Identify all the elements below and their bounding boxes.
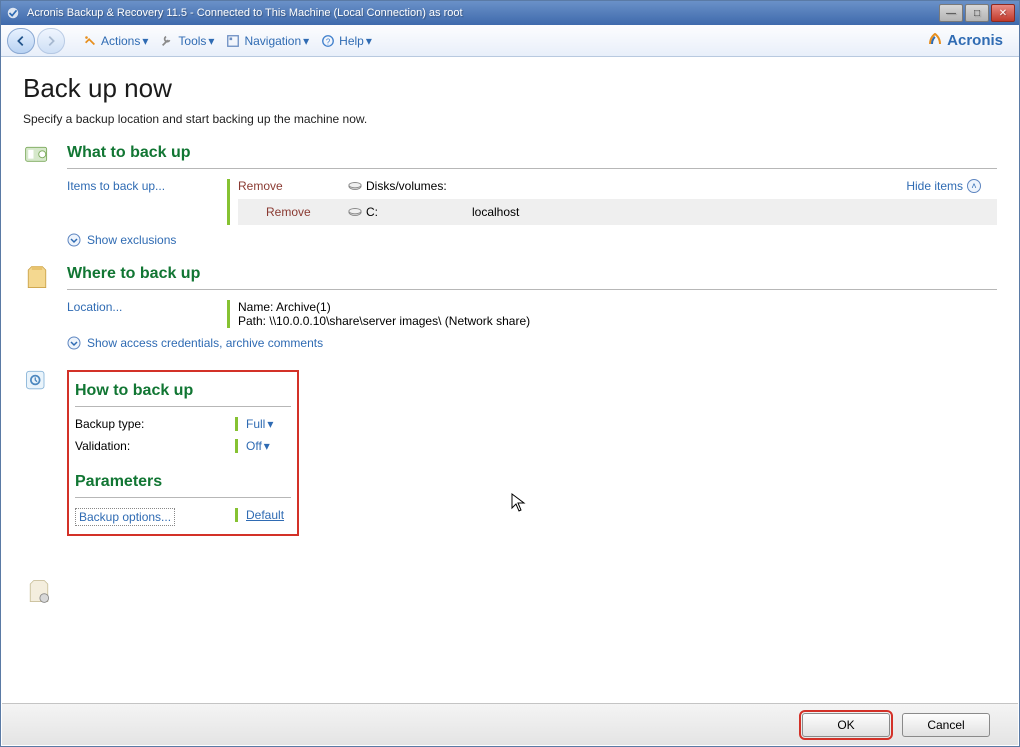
location-link[interactable]: Location... bbox=[67, 300, 122, 314]
ok-button[interactable]: OK bbox=[802, 713, 890, 737]
where-icon bbox=[23, 261, 67, 364]
app-icon bbox=[5, 5, 21, 21]
archive-name: Name: Archive(1) bbox=[238, 300, 997, 314]
section-what: What to back up Items to back up... Remo… bbox=[23, 140, 997, 261]
navigation-icon bbox=[226, 34, 240, 48]
menu-tools[interactable]: Tools▾ bbox=[154, 30, 220, 52]
collapse-up-icon: ˄ bbox=[967, 179, 981, 193]
footer-bar: OK Cancel bbox=[2, 703, 1018, 745]
what-icon bbox=[23, 140, 67, 261]
how-title: How to back up bbox=[75, 378, 291, 407]
titlebar: Acronis Backup & Recovery 11.5 - Connect… bbox=[1, 1, 1019, 25]
backup-options-default[interactable]: Default bbox=[246, 508, 284, 522]
highlight-box: How to back up Backup type: Full▾ Valida… bbox=[67, 370, 299, 536]
section-where: Where to back up Location... Name: Archi… bbox=[23, 261, 997, 364]
content-area: Back up now Specify a backup location an… bbox=[1, 57, 1019, 702]
disk-icon bbox=[348, 180, 362, 192]
menu-navigation[interactable]: Navigation▾ bbox=[220, 30, 315, 52]
hide-items-link[interactable]: Hide items ˄ bbox=[906, 179, 981, 193]
show-exclusions-link[interactable]: Show exclusions bbox=[87, 233, 176, 247]
chevron-down-icon[interactable] bbox=[67, 233, 81, 247]
drive-icon bbox=[348, 206, 362, 218]
brand-icon bbox=[927, 31, 943, 51]
archive-path: Path: \\10.0.0.10\share\server images\ (… bbox=[238, 314, 997, 328]
remove-link-row[interactable]: Remove bbox=[266, 205, 348, 219]
menu-actions[interactable]: Actions▾ bbox=[77, 30, 154, 52]
backup-type-dropdown[interactable]: Full▾ bbox=[235, 417, 273, 431]
brand-logo: Acronis bbox=[927, 31, 1003, 51]
tools-icon bbox=[160, 34, 174, 48]
what-title: What to back up bbox=[67, 140, 997, 169]
minimize-button[interactable]: — bbox=[939, 4, 963, 22]
nav-back-button[interactable] bbox=[7, 28, 35, 54]
main-window: Acronis Backup & Recovery 11.5 - Connect… bbox=[0, 0, 1020, 747]
params-title: Parameters bbox=[75, 469, 291, 498]
chevron-down-icon[interactable] bbox=[67, 336, 81, 350]
maximize-button[interactable]: □ bbox=[965, 4, 989, 22]
validation-dropdown[interactable]: Off▾ bbox=[235, 439, 270, 453]
actions-icon bbox=[83, 34, 97, 48]
backup-type-label: Backup type: bbox=[75, 417, 144, 431]
cancel-button[interactable]: Cancel bbox=[902, 713, 990, 737]
svg-text:?: ? bbox=[326, 37, 331, 46]
host-label: localhost bbox=[472, 205, 519, 219]
params-icon bbox=[25, 577, 53, 608]
show-credentials-link[interactable]: Show access credentials, archive comment… bbox=[87, 336, 323, 350]
validation-label: Validation: bbox=[75, 439, 130, 453]
section-how-params: How to back up Backup type: Full▾ Valida… bbox=[23, 364, 997, 536]
page-title: Back up now bbox=[23, 73, 997, 104]
window-title: Acronis Backup & Recovery 11.5 - Connect… bbox=[27, 7, 937, 19]
nav-forward-button[interactable] bbox=[37, 28, 65, 54]
page-subtitle: Specify a backup location and start back… bbox=[23, 112, 997, 126]
backup-options-link[interactable]: Backup options... bbox=[75, 508, 175, 526]
close-button[interactable]: ✕ bbox=[991, 4, 1015, 22]
how-icon bbox=[23, 364, 67, 536]
items-to-back-up-link[interactable]: Items to back up... bbox=[67, 179, 165, 193]
menu-help[interactable]: ? Help▾ bbox=[315, 30, 378, 52]
help-icon: ? bbox=[321, 34, 335, 48]
remove-link-top[interactable]: Remove bbox=[238, 179, 348, 193]
disks-volumes-label: Disks/volumes: bbox=[366, 179, 566, 193]
toolbar: Actions▾ Tools▾ Navigation▾ ? Help▾ Acro… bbox=[1, 25, 1019, 57]
drive-label: C: bbox=[366, 205, 472, 219]
where-title: Where to back up bbox=[67, 261, 997, 290]
